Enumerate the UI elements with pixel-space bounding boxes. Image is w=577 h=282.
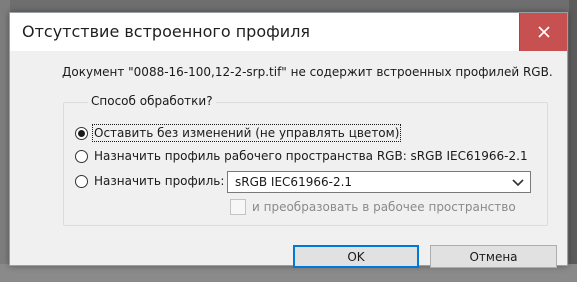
cancel-button[interactable]: Отмена — [430, 245, 557, 268]
title-bar[interactable]: Отсутствие встроенного профиля — [10, 13, 567, 51]
radio-label-assign-working-rgb[interactable]: Назначить профиль рабочего пространства … — [94, 149, 528, 163]
message-text: Документ "0088-16-100,12-2-srp.tif" не с… — [62, 65, 553, 79]
ok-button[interactable]: OK — [293, 245, 419, 268]
convert-checkbox-label: и преобразовать в рабочее пространство — [252, 200, 516, 214]
groupbox-label: Способ обработки? — [88, 94, 216, 108]
profile-select-value: sRGB IEC61966-2.1 — [235, 175, 353, 189]
convert-checkbox-row: и преобразовать в рабочее пространство — [230, 199, 516, 215]
close-icon — [537, 26, 550, 38]
radio-label-assign-profile[interactable]: Назначить профиль: — [94, 174, 224, 188]
radio-assign-profile[interactable]: Назначить профиль: — [75, 174, 224, 188]
radio-button[interactable] — [75, 149, 88, 163]
dialog-body: Документ "0088-16-100,12-2-srp.tif" не с… — [10, 51, 567, 268]
missing-profile-dialog: Отсутствие встроенного профиля Документ … — [9, 12, 568, 268]
radio-leave-as-is[interactable]: Оставить без изменений (не управлять цве… — [75, 124, 402, 142]
radio-label-leave-as-is[interactable]: Оставить без изменений (не управлять цве… — [91, 124, 402, 142]
radio-assign-working-rgb[interactable]: Назначить профиль рабочего пространства … — [75, 149, 528, 163]
background-right — [569, 0, 577, 282]
radio-button[interactable] — [75, 126, 88, 140]
radio-button[interactable] — [75, 174, 88, 188]
dialog-title: Отсутствие встроенного профиля — [22, 22, 311, 41]
chevron-down-icon[interactable] — [512, 177, 524, 191]
profile-select[interactable]: sRGB IEC61966-2.1 — [227, 171, 531, 193]
radio-selected-dot — [78, 129, 85, 137]
close-button[interactable] — [519, 13, 567, 51]
convert-checkbox — [230, 199, 246, 215]
